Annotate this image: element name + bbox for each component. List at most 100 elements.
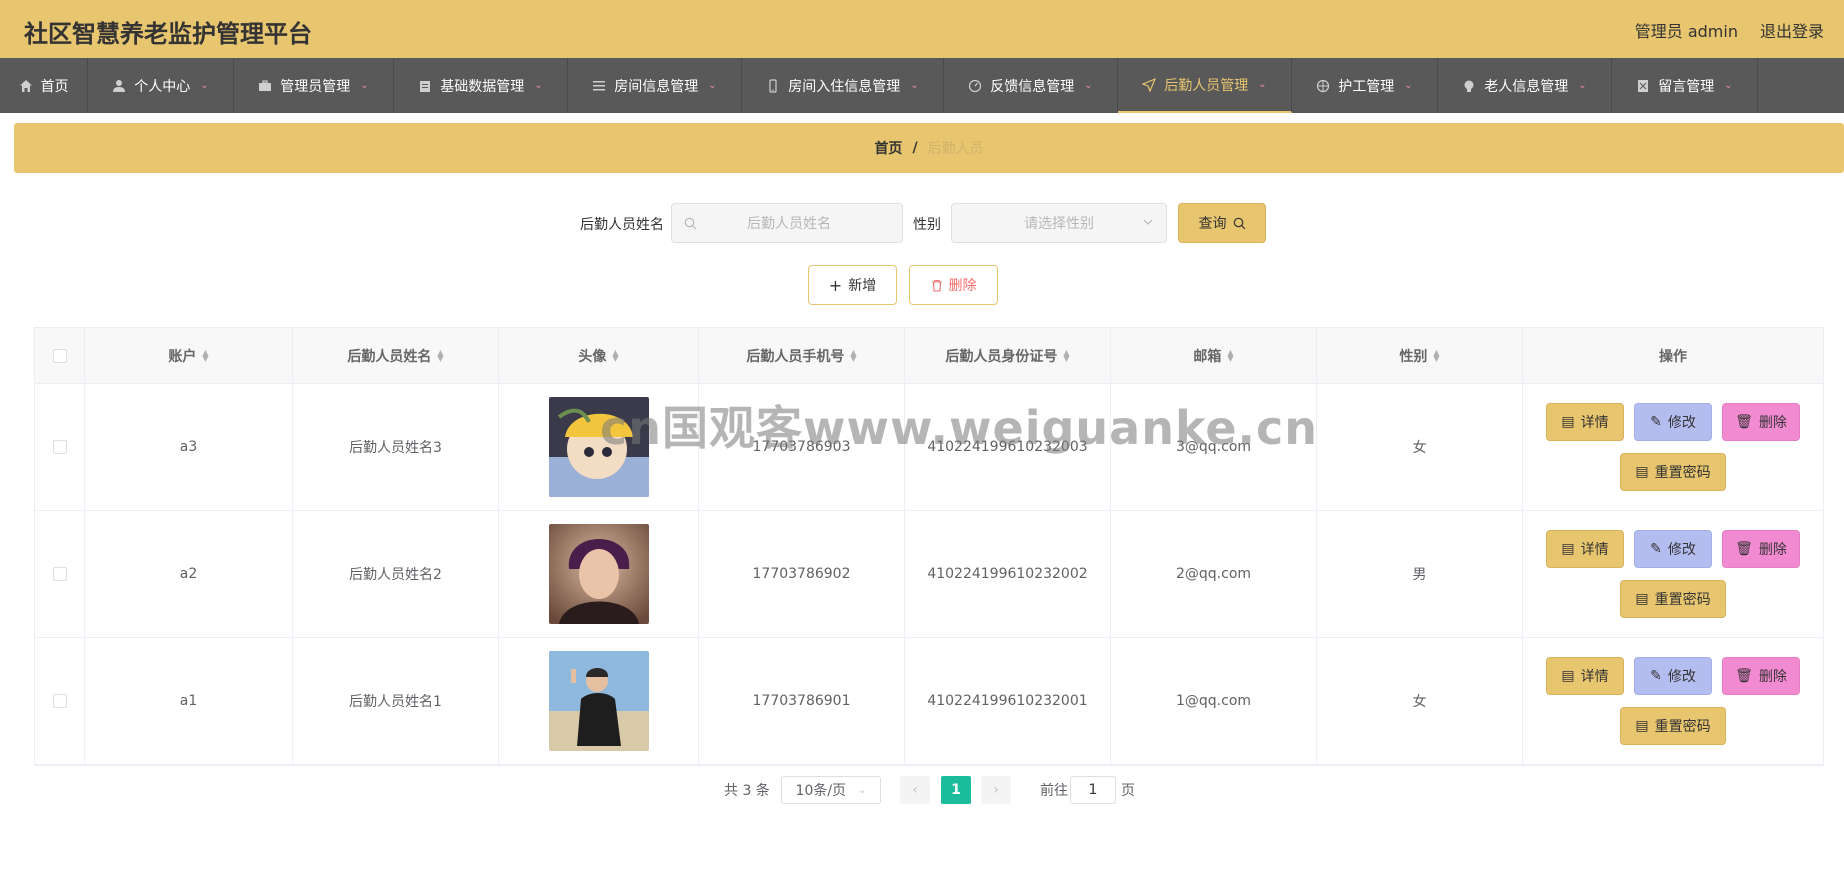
avatar-cell — [499, 384, 699, 510]
goto-prefix: 前往 — [1040, 783, 1068, 799]
nav-label: 房间入住信息管理 — [788, 78, 901, 95]
sort-icon: ▲ ▼ — [1227, 347, 1234, 363]
delete-button[interactable]: 🗑 删除 — [1722, 530, 1800, 568]
nav-label: 个人中心 — [134, 78, 191, 95]
column-header-gender[interactable]: 性别 ▲ ▼ — [1317, 328, 1523, 383]
edit-button[interactable]: ✎ 修改 — [1634, 657, 1712, 695]
select-all-cell — [35, 328, 85, 383]
row-checkbox[interactable] — [52, 567, 67, 581]
column-header-email[interactable]: 邮箱 ▲ ▼ — [1111, 328, 1317, 383]
nav-label: 护工管理 — [1338, 78, 1395, 95]
column-header-account[interactable]: 账户 ▲ ▼ — [85, 328, 293, 383]
nav-item-room-info[interactable]: 房间信息管理 ⌄ — [568, 58, 742, 113]
trash-icon: 🗑 — [1735, 541, 1753, 557]
detail-button[interactable]: ▤ 详情 — [1546, 530, 1624, 568]
breadcrumb-home[interactable]: 首页 — [874, 138, 902, 158]
chevron-down-icon: ⌄ — [1258, 79, 1267, 90]
nav-item-logistics[interactable]: 后勤人员管理 ⌄ — [1118, 58, 1292, 113]
reset-password-button[interactable]: ▤ 重置密码 — [1620, 580, 1726, 618]
column-header-operations: 操作 — [1523, 328, 1823, 383]
next-page-button[interactable]: › — [981, 776, 1011, 804]
delete-label: 删除 — [1758, 415, 1787, 431]
add-button[interactable]: + 新增 — [808, 265, 897, 305]
nav-item-caregiver[interactable]: 护工管理 ⌄ — [1292, 58, 1438, 113]
edit-icon: ✎ — [1650, 541, 1662, 557]
nav-item-home[interactable]: 首页 — [0, 58, 88, 113]
sort-icon: ▲ ▼ — [1433, 347, 1440, 363]
logout-link[interactable]: 退出登录 — [1760, 18, 1824, 42]
goto-suffix: 页 — [1121, 783, 1135, 799]
delete-button[interactable]: 🗑 删除 — [1722, 403, 1800, 441]
pagination: 共 3 条 10条/页 ⌄ ‹ 1 › 前往 1 页 — [0, 776, 1844, 806]
delete-button[interactable]: 🗑 删除 — [1722, 657, 1800, 695]
edit-button[interactable]: ✎ 修改 — [1634, 530, 1712, 568]
nav-label: 留言管理 — [1658, 78, 1715, 95]
nav-item-room-checkin[interactable]: 房间入住信息管理 ⌄ — [742, 58, 944, 113]
edit-button[interactable]: ✎ 修改 — [1634, 403, 1712, 441]
list-icon — [592, 79, 606, 93]
chevron-left-icon: ‹ — [912, 782, 918, 798]
prev-page-button[interactable]: ‹ — [900, 776, 930, 804]
reset-password-button[interactable]: ▤ 重置密码 — [1620, 707, 1726, 745]
name-search-placeholder: 后勤人员姓名 — [747, 216, 831, 232]
trash-icon: 🗑 — [1735, 668, 1753, 684]
search-icon — [1233, 217, 1246, 230]
nav-item-messages[interactable]: 留言管理 ⌄ — [1612, 58, 1758, 113]
avatar-cell — [499, 638, 699, 764]
column-header-phone[interactable]: 后勤人员手机号 ▲ ▼ — [699, 328, 905, 383]
name-cell: 后勤人员姓名2 — [293, 511, 499, 637]
batch-delete-button[interactable]: 删除 — [909, 265, 998, 305]
id-number-cell: 410224199610232001 — [905, 638, 1111, 764]
row-select-cell — [35, 638, 85, 764]
document-icon — [1636, 79, 1650, 93]
nav-item-profile[interactable]: 个人中心 ⌄ — [88, 58, 234, 113]
column-header-name[interactable]: 后勤人员姓名 ▲ ▼ — [293, 328, 499, 383]
reset-password-button[interactable]: ▤ 重置密码 — [1620, 453, 1726, 491]
detail-button[interactable]: ▤ 详情 — [1546, 657, 1624, 695]
nav-item-basic-data[interactable]: 基础数据管理 ⌄ — [394, 58, 568, 113]
avatar[interactable] — [548, 524, 649, 624]
account-cell: a3 — [85, 384, 293, 510]
row-checkbox[interactable] — [52, 440, 67, 454]
column-label: 性别 — [1399, 348, 1428, 365]
name-search-input[interactable]: 后勤人员姓名 — [671, 203, 903, 243]
operations-cell: ▤ 详情 ✎ 修改 🗑 删除 ▤ 重置密码 — [1523, 511, 1823, 637]
column-header-avatar[interactable]: 头像 ▲ ▼ — [499, 328, 699, 383]
detail-label: 详情 — [1580, 542, 1609, 558]
name-cell: 后勤人员姓名3 — [293, 384, 499, 510]
chevron-right-icon: › — [993, 782, 999, 798]
reset-label: 重置密码 — [1654, 592, 1711, 608]
name-cell: 后勤人员姓名1 — [293, 638, 499, 764]
breadcrumb: 首页 / 后勤人员 — [14, 123, 1844, 173]
page-number-1[interactable]: 1 — [941, 776, 971, 804]
chevron-down-icon: ⌄ — [534, 80, 543, 91]
gender-cell: 女 — [1317, 638, 1523, 764]
clipboard-icon — [418, 79, 432, 93]
nav-item-elderly[interactable]: 老人信息管理 ⌄ — [1438, 58, 1612, 113]
nav-label: 房间信息管理 — [614, 78, 699, 95]
query-button[interactable]: 查询 — [1178, 203, 1266, 243]
app-title: 社区智慧养老监护管理平台 — [24, 20, 312, 48]
email-cell: 1@qq.com — [1111, 638, 1317, 764]
avatar[interactable] — [548, 397, 649, 497]
page-size-select[interactable]: 10条/页 ⌄ — [781, 776, 881, 804]
breadcrumb-separator: / — [912, 140, 918, 156]
account-cell: a2 — [85, 511, 293, 637]
gender-select[interactable]: 请选择性别 — [951, 203, 1167, 243]
chevron-down-icon: ⌄ — [200, 80, 209, 91]
sort-icon: ▲ ▼ — [612, 347, 619, 363]
page-size-label: 10条/页 — [795, 783, 847, 799]
logistics-staff-table: 账户 ▲ ▼ 后勤人员姓名 ▲ ▼ 头像 ▲ ▼ 后勤人员手机号 ▲ ▼ 后勤人员身份证号 ▲ ▼ … — [34, 327, 1824, 766]
goto-page-input[interactable]: 1 — [1070, 776, 1116, 804]
nav-item-admin[interactable]: 管理员管理 ⌄ — [234, 58, 394, 113]
column-label: 操作 — [1659, 348, 1687, 365]
select-all-checkbox[interactable] — [52, 348, 67, 363]
avatar[interactable] — [548, 651, 649, 751]
row-checkbox[interactable] — [52, 694, 67, 708]
chevron-down-icon: ⌄ — [1084, 80, 1093, 91]
phone-cell: 17703786903 — [699, 384, 905, 510]
table-header: 账户 ▲ ▼ 后勤人员姓名 ▲ ▼ 头像 ▲ ▼ 后勤人员手机号 ▲ ▼ 后勤人员身份证号 ▲ ▼ … — [35, 328, 1823, 384]
nav-item-feedback[interactable]: 反馈信息管理 ⌄ — [944, 58, 1118, 113]
column-header-id-number[interactable]: 后勤人员身份证号 ▲ ▼ — [905, 328, 1111, 383]
detail-button[interactable]: ▤ 详情 — [1546, 403, 1624, 441]
